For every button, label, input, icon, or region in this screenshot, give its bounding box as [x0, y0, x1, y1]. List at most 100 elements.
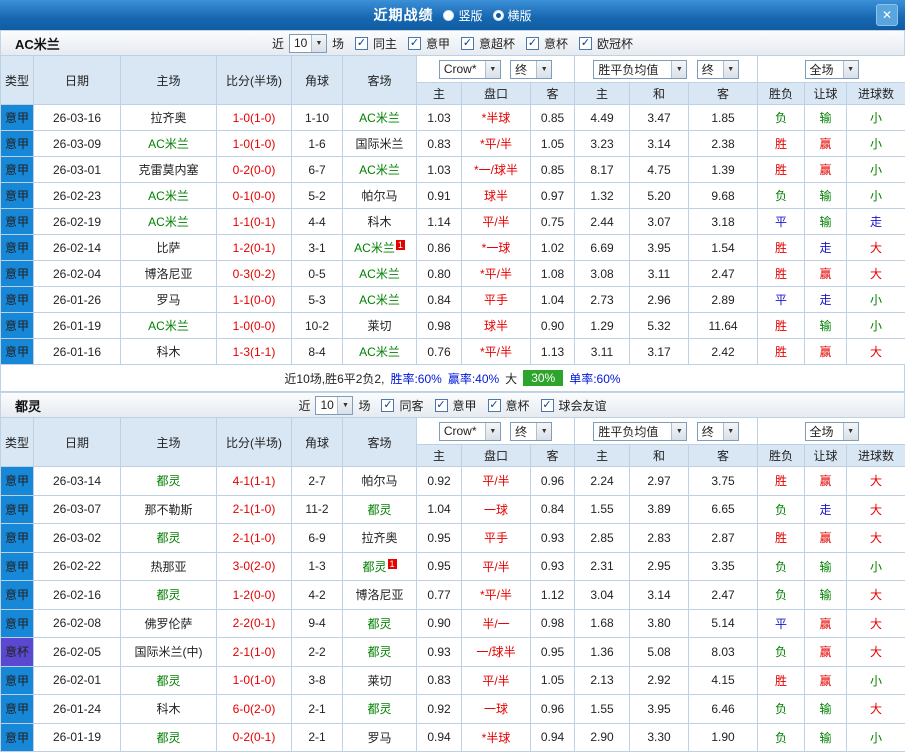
match-row: 意甲 26-03-01 克雷莫内塞 0-2(0-0) 6-7 AC米兰 1.03 *一/球半 0…: [0, 156, 905, 183]
away-team: 莱切: [342, 665, 417, 695]
result-handicap: 走: [804, 234, 848, 261]
asian-away-odds: 0.84: [530, 494, 575, 524]
filter-checkbox-item[interactable]: ✓ 意甲: [407, 35, 452, 52]
filter-checkbox-item[interactable]: ✓ 意杯: [487, 397, 532, 414]
asian-final-select[interactable]: 终 ▼: [510, 59, 553, 79]
euro-draw-odds: 2.95: [629, 551, 689, 581]
scope-select[interactable]: 全场 ▼: [804, 59, 859, 79]
recent-results-window: 近期战绩 竖版 横版 ✕ AC米兰 近 10 ▼ 场 ✓ 同主 ✓ 意甲 ✓ 意超杯 ✓ 意杯 ✓ 欧冠杯: [0, 0, 905, 752]
match-date: 26-02-04: [33, 260, 121, 287]
games-count-select[interactable]: 10 ▼: [288, 33, 327, 53]
asian-final-select-value: 终: [515, 424, 528, 439]
checkbox-icon[interactable]: ✓: [461, 36, 474, 50]
filter-checkbox-item[interactable]: ✓ 球会友谊: [540, 397, 609, 414]
filter-checkbox-item[interactable]: ✓ 欧冠杯: [579, 35, 635, 52]
matches-table: 类型 日期 主场 比分(半场) 角球 客场 Crow* ▼ 终 ▼ 胜平负均值 ▼ 终…: [0, 55, 905, 365]
col-header-asian-home: 主: [416, 444, 462, 467]
checkbox-icon[interactable]: ✓: [526, 36, 540, 50]
euro-away-odds: 8.03: [687, 637, 759, 667]
match-row: 意甲 26-01-24 科木 6-0(2-0) 2-1 都灵 0.92 一球 0.96 1.55 3…: [0, 694, 905, 724]
result-wdl: 负: [757, 637, 806, 667]
layout-option-vertical[interactable]: 竖版: [443, 7, 483, 24]
away-team: 都灵: [342, 494, 417, 524]
checkbox-icon[interactable]: ✓: [487, 398, 501, 412]
checkbox-icon[interactable]: ✓: [540, 398, 554, 412]
checkbox-label: 意甲: [425, 36, 450, 51]
league-type-badge: 意杯: [0, 637, 34, 667]
team-label: 博洛尼亚: [355, 588, 404, 603]
result-goals: 大: [846, 234, 905, 261]
filter-checkbox-item[interactable]: ✓ 同主: [354, 35, 399, 52]
checkbox-icon[interactable]: ✓: [354, 36, 368, 50]
radio-icon-horizontal[interactable]: [492, 9, 504, 21]
filter-controls: 近 10 ▼ 场 ✓ 同主 ✓ 意甲 ✓ 意超杯 ✓ 意杯 ✓ 欧冠杯: [270, 33, 635, 53]
filter-checkbox-item[interactable]: ✓ 意超杯: [461, 35, 517, 52]
away-team: 博洛尼亚: [342, 580, 417, 610]
euro-away-odds: 1.85: [687, 104, 759, 131]
match-score: 1-1(0-0): [216, 286, 292, 313]
checkbox-icon[interactable]: ✓: [407, 36, 421, 50]
euro-home-odds: 2.31: [574, 551, 630, 581]
checkbox-label: 同客: [399, 398, 424, 413]
euro-draw-odds: 5.08: [629, 637, 689, 667]
filter-checkbox-item[interactable]: ✓ 同客: [381, 397, 425, 414]
scope-select[interactable]: 全场 ▼: [804, 421, 859, 441]
layout-option-horizontal[interactable]: 横版: [492, 7, 532, 24]
result-goals: 走: [846, 208, 905, 235]
euro-home-odds: 6.69: [574, 234, 630, 261]
filter-checkbox-item[interactable]: ✓ 意杯: [526, 35, 570, 52]
asian-handicap: 半/一: [461, 608, 531, 638]
asian-away-odds: 1.05: [530, 130, 575, 157]
bookmaker-select[interactable]: Crow* ▼: [438, 421, 501, 441]
asian-home-odds: 0.94: [416, 722, 462, 752]
asian-final-select[interactable]: 终 ▼: [510, 421, 553, 441]
asian-home-odds: 0.90: [416, 608, 462, 638]
match-row: 意甲 26-03-02 都灵 2-1(1-0) 6-9 拉齐奥 0.95 平手 0.93 2.85…: [0, 523, 905, 553]
bookmaker-select[interactable]: Crow* ▼: [438, 59, 501, 79]
asian-away-odds: 1.05: [530, 665, 575, 695]
checkbox-label: 同主: [372, 36, 397, 51]
checkbox-icon[interactable]: ✓: [579, 36, 593, 50]
summary-part: 大: [505, 371, 518, 386]
europe-final-select[interactable]: 终 ▼: [696, 59, 739, 79]
league-type-badge: 意甲: [0, 608, 34, 638]
team-label: 国际米兰: [355, 137, 404, 151]
header-row-groups: 类型 日期 主场 比分(半场) 角球 客场 Crow* ▼ 终 ▼ 胜平负均值 ▼ 终…: [0, 55, 905, 105]
europe-avg-select[interactable]: 胜平负均值 ▼: [593, 59, 688, 79]
checkbox-icon[interactable]: ✓: [381, 398, 395, 412]
asian-handicap: *一球: [461, 234, 531, 261]
team-label: AC米兰: [359, 163, 400, 177]
col-header-result-goals: 进球数: [846, 82, 905, 105]
euro-home-odds: 1.29: [574, 312, 630, 339]
result-handicap: 输: [804, 312, 848, 339]
section-header-bar: AC米兰 近 10 ▼ 场 ✓ 同主 ✓ 意甲 ✓ 意超杯 ✓ 意杯 ✓ 欧冠杯: [0, 30, 905, 55]
col-header-score: 比分(半场): [216, 55, 292, 105]
home-team: 科木: [120, 694, 217, 724]
away-team: 都灵: [342, 608, 417, 638]
europe-final-select[interactable]: 终 ▼: [696, 421, 739, 441]
result-wdl: 胜: [757, 665, 806, 695]
close-button[interactable]: ✕: [876, 4, 898, 26]
match-date: 26-02-05: [33, 637, 121, 667]
result-wdl: 负: [757, 494, 806, 524]
match-row: 意甲 26-02-01 都灵 1-0(1-0) 3-8 莱切 0.83 平/半 1.05 2.13…: [0, 665, 905, 695]
asian-handicap: *一/球半: [461, 156, 531, 183]
home-team: 热那亚: [120, 551, 217, 581]
checkbox-icon[interactable]: ✓: [434, 398, 448, 412]
match-score: 1-3(1-1): [216, 338, 292, 365]
euro-away-odds: 2.87: [687, 523, 759, 553]
games-count-select[interactable]: 10 ▼: [315, 395, 354, 415]
chevron-down-icon: ▼: [842, 60, 858, 78]
euro-home-odds: 2.44: [574, 208, 630, 235]
result-wdl: 胜: [757, 312, 806, 339]
col-header-asian-away: 客: [530, 444, 575, 467]
radio-icon-vertical[interactable]: [443, 9, 455, 21]
result-goals: 大: [846, 694, 905, 724]
asian-away-odds: 0.95: [530, 637, 575, 667]
europe-avg-select[interactable]: 胜平负均值 ▼: [593, 421, 688, 441]
summary-row: 近10场,胜6平2负2, 胜率:60% 赢率:40% 大 30% 单率:60%: [0, 365, 905, 392]
team-label: 都灵: [367, 645, 392, 660]
match-score: 1-0(1-0): [216, 665, 292, 695]
filter-checkbox-item[interactable]: ✓ 意甲: [434, 397, 479, 414]
col-header-asian-handicap: 盘口: [461, 444, 531, 467]
